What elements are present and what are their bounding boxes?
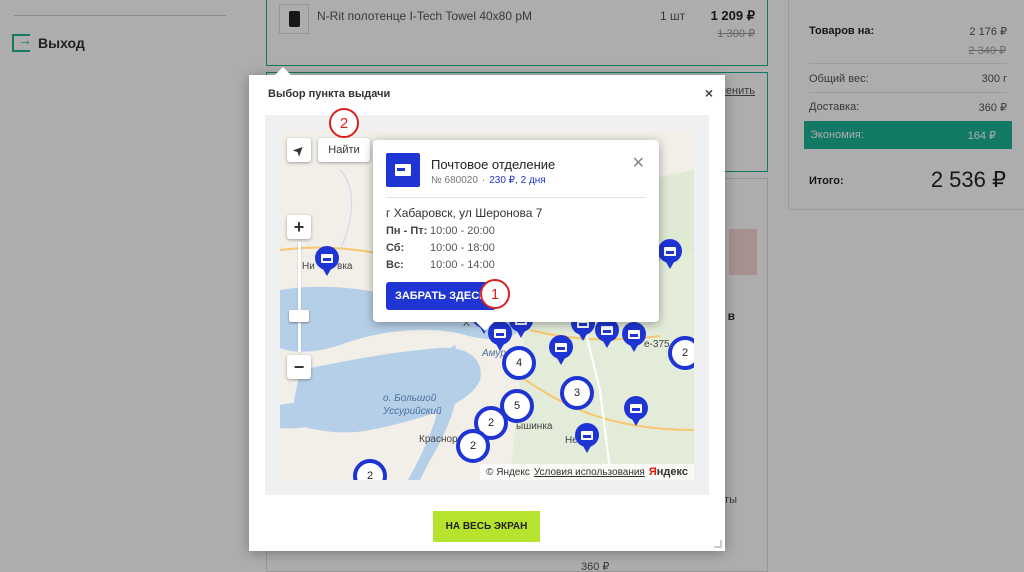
locate-icon: ➤ [288, 139, 309, 160]
place-label: ышинка [516, 421, 553, 432]
hours-day: Вс: [386, 259, 404, 271]
find-button[interactable]: Найти [318, 138, 370, 162]
hours-day: Пн - Пт: [386, 225, 428, 237]
zoom-slider-track[interactable] [298, 242, 301, 352]
resize-handle[interactable] [714, 540, 722, 548]
place-label: Ни [302, 261, 315, 272]
pickup-cluster[interactable]: 2 [456, 429, 490, 463]
pickup-point-balloon: Почтовое отделение № 680020 · 230 ₽, 2 д… [373, 140, 659, 331]
balloon-price-days: 230 ₽, 2 дня [489, 175, 546, 186]
annotation-callout-1: 1 [480, 279, 510, 309]
pickup-cluster[interactable]: 2 [668, 336, 694, 370]
pickup-pin-icon[interactable] [549, 335, 573, 365]
balloon-number: № 680020 [431, 175, 478, 186]
modal-title: Выбор пункта выдачи [268, 88, 391, 100]
map-attribution: © Яндекс Условия использования Яндекс [480, 464, 694, 480]
pickup-cluster[interactable]: 3 [560, 376, 594, 410]
balloon-divider [386, 197, 646, 198]
hours-row: Сб: 10:00 - 18:00 [386, 242, 495, 259]
yandex-logo[interactable]: Яндекс [649, 466, 688, 478]
place-label: вка [337, 261, 353, 272]
balloon-subtitle: № 680020 · 230 ₽, 2 дня [431, 175, 546, 186]
balloon-hours: Пн - Пт: 10:00 - 20:00 Сб: 10:00 - 18:00… [386, 225, 495, 276]
balloon-close-button[interactable]: ✕ [632, 153, 645, 173]
pickup-pin-icon[interactable] [622, 322, 646, 352]
hours-time: 10:00 - 14:00 [430, 259, 495, 271]
hours-row: Пн - Пт: 10:00 - 20:00 [386, 225, 495, 242]
fullscreen-button[interactable]: НА ВЕСЬ ЭКРАН [433, 511, 540, 542]
pickup-pin-icon[interactable] [624, 396, 648, 426]
zoom-out-button[interactable]: − [287, 355, 311, 379]
pickup-pin-icon[interactable] [575, 423, 599, 453]
pickup-point-modal: Выбор пункта выдачи × НивкаПо. БольшойУс… [249, 67, 725, 551]
balloon-title: Почтовое отделение [431, 157, 556, 172]
modal-close-button[interactable]: × [705, 85, 713, 101]
hours-time: 10:00 - 18:00 [430, 242, 495, 254]
place-label: Уссурийский [383, 406, 442, 417]
terms-link[interactable]: Условия использования [534, 467, 645, 478]
zoom-in-button[interactable]: + [287, 215, 311, 239]
hours-time: 10:00 - 20:00 [430, 225, 495, 237]
pickup-pin-icon[interactable] [658, 239, 682, 269]
hours-row: Вс: 10:00 - 14:00 [386, 259, 495, 276]
balloon-address: г Хабаровск, ул Шеронова 7 [386, 206, 543, 220]
balloon-separator: · [481, 175, 486, 186]
place-label: е-375 [644, 339, 670, 350]
zoom-slider-handle[interactable] [289, 310, 309, 322]
place-label: о. Большой [383, 393, 437, 404]
annotation-callout-2: 2 [329, 108, 359, 138]
pickup-pin-icon[interactable] [315, 246, 339, 276]
locate-button[interactable]: ➤ [287, 138, 311, 162]
post-office-icon [386, 153, 420, 187]
attribution-copyright: © Яндекс [486, 466, 530, 478]
hours-day: Сб: [386, 242, 405, 254]
pickup-cluster[interactable]: 4 [502, 346, 536, 380]
